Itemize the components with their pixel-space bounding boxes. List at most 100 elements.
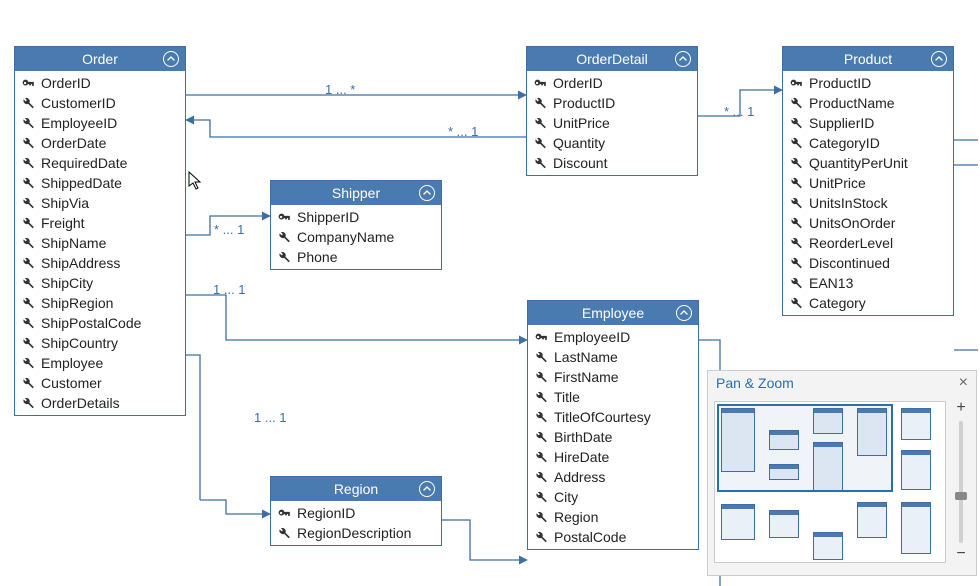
entity-header[interactable]: Product [783,47,953,71]
field-row[interactable]: ReorderLevel [783,233,953,253]
field-row[interactable]: ShipVia [15,193,185,213]
field-row[interactable]: UnitPrice [783,173,953,193]
field-row[interactable]: FirstName [528,367,698,387]
field-row[interactable]: Discontinued [783,253,953,273]
entity-product[interactable]: ProductProductIDProductName SupplierID Cat… [782,46,954,316]
field-row[interactable]: ShipCountry [15,333,185,353]
field-name: UnitPrice [553,115,610,131]
collapse-icon[interactable] [931,51,947,67]
field-row[interactable]: City [528,487,698,507]
field-row[interactable]: CategoryID [783,133,953,153]
field-row[interactable]: Category [783,293,953,313]
entity-region[interactable]: RegionRegionIDRegionDescription [270,476,442,546]
field-name: UnitPrice [809,175,866,191]
field-row[interactable]: Region [528,507,698,527]
diagram-canvas[interactable]: OrderOrderIDCustomerIDEmployeeIDOrderDat… [0,0,980,586]
wrench-icon [534,450,548,464]
key-icon [21,76,35,90]
field-row[interactable]: OrderID [527,73,697,93]
field-row[interactable]: ShipAddress [15,253,185,273]
field-name: Category [809,295,866,311]
field-row[interactable]: QuantityPerUnit [783,153,953,173]
field-row[interactable]: ShipperID [271,207,441,227]
field-row[interactable]: CompanyName [271,227,441,247]
field-row[interactable]: ProductID [527,93,697,113]
field-row[interactable]: UnitsOnOrder [783,213,953,233]
field-row[interactable]: Freight [15,213,185,233]
field-row[interactable]: Phone [271,247,441,267]
minimap[interactable] [714,401,946,563]
field-row[interactable]: RegionID [271,503,441,523]
entity-header[interactable]: Employee [528,301,698,325]
field-name: CustomerID [41,95,116,111]
field-row[interactable]: EAN13 [783,273,953,293]
zoom-slider[interactable]: + − [952,401,970,563]
field-row[interactable]: PostalCode [528,527,698,547]
entity-header[interactable]: Order [15,47,185,71]
field-row[interactable]: CustomerID [15,93,185,113]
field-row[interactable]: RegionDescription [271,523,441,543]
wrench-icon [789,136,803,150]
field-name: SupplierID [809,115,874,131]
field-row[interactable]: BirthDate [528,427,698,447]
field-name: CategoryID [809,135,880,151]
field-row[interactable]: ProductID [783,73,953,93]
collapse-icon[interactable] [675,51,691,67]
minimap-viewport[interactable] [717,404,893,492]
wrench-icon [534,370,548,384]
collapse-icon[interactable] [163,51,179,67]
field-row[interactable]: ShipCity [15,273,185,293]
field-row[interactable]: SupplierID [783,113,953,133]
entity-order[interactable]: OrderOrderID CustomerID EmployeeIDOrderDat… [14,46,186,416]
wrench-icon [789,176,803,190]
field-row[interactable]: EmployeeID [15,113,185,133]
field-row[interactable]: UnitPrice [527,113,697,133]
field-row[interactable]: RequiredDate [15,153,185,173]
field-row[interactable]: TitleOfCourtesy [528,407,698,427]
entity-title: Shipper [277,185,435,201]
zoom-out-button[interactable]: − [953,547,969,563]
field-row[interactable]: ShipPostalCode [15,313,185,333]
zoom-thumb[interactable] [955,492,967,500]
field-row[interactable]: Quantity [527,133,697,153]
field-row[interactable]: EmployeeID [528,327,698,347]
entity-header[interactable]: OrderDetail [527,47,697,71]
collapse-icon[interactable] [676,305,692,321]
zoom-in-button[interactable]: + [953,401,969,417]
wrench-icon [21,176,35,190]
field-row[interactable]: Employee [15,353,185,373]
entity-orderdetail[interactable]: OrderDetailOrderIDProductID UnitPrice Quan… [526,46,698,176]
field-row[interactable]: OrderDate [15,133,185,153]
field-row[interactable]: Address [528,467,698,487]
field-row[interactable]: HireDate [528,447,698,467]
zoom-track[interactable] [959,421,963,543]
field-row[interactable]: OrderID [15,73,185,93]
wrench-icon [21,196,35,210]
field-row[interactable]: ProductName [783,93,953,113]
collapse-icon[interactable] [419,185,435,201]
field-row[interactable]: LastName [528,347,698,367]
wrench-icon [534,430,548,444]
field-name: City [554,489,578,505]
wrench-icon [21,336,35,350]
field-row[interactable]: ShipName [15,233,185,253]
field-row[interactable]: Customer [15,373,185,393]
relationship-label: * ... 1 [214,222,244,237]
close-icon[interactable]: × [959,375,968,391]
entity-header[interactable]: Shipper [271,181,441,205]
pan-zoom-panel[interactable]: Pan & Zoom × + [707,370,977,576]
field-row[interactable]: ShippedDate [15,173,185,193]
field-row[interactable]: UnitsInStock [783,193,953,213]
pan-zoom-header[interactable]: Pan & Zoom × [708,371,976,395]
field-row[interactable]: Discount [527,153,697,173]
collapse-icon[interactable] [419,481,435,497]
field-name: ReorderLevel [809,235,893,251]
field-row[interactable]: ShipRegion [15,293,185,313]
wrench-icon [534,490,548,504]
field-row[interactable]: Title [528,387,698,407]
entity-shipper[interactable]: Shipper ShipperIDCompanyNamePhone [270,180,442,270]
entity-header[interactable]: Region [271,477,441,501]
entity-body: ProductIDProductName SupplierID CategoryID… [783,71,953,315]
field-row[interactable]: OrderDetails [15,393,185,413]
entity-employee[interactable]: EmployeeEmployeeIDLastNameFirstNameTitle… [527,300,699,550]
